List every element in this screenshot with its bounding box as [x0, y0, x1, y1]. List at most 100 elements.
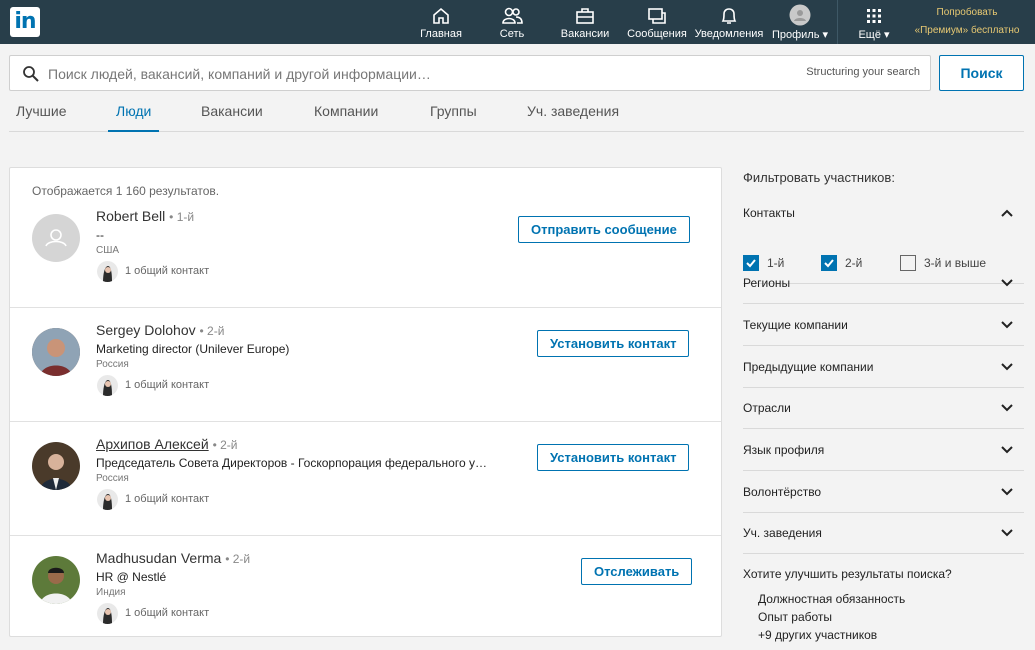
improve-item-more[interactable]: +9 других участников [758, 628, 877, 642]
filters-title: Фильтровать участников: [743, 170, 895, 185]
nav-home-label: Главная [420, 28, 462, 40]
filter-industries[interactable]: Отрасли [743, 387, 1024, 429]
home-icon [433, 7, 449, 24]
result-row: Sergey Dolohov • 2-й Marketing director … [10, 308, 721, 422]
chevron-down-icon[interactable] [1000, 278, 1014, 288]
filter-industries-label: Отрасли [743, 401, 791, 415]
person-name-line[interactable]: Madhusudan Verma • 2-й [96, 550, 250, 566]
person-name-line[interactable]: Robert Bell • 1-й [96, 208, 194, 224]
tab-people[interactable]: Люди [108, 103, 160, 132]
nav-messages[interactable]: Сообщения [625, 0, 689, 44]
nav-more-label: Ещё ▾ [858, 29, 890, 41]
connection-degree: • 2-й [212, 438, 238, 452]
person-name-line[interactable]: Sergey Dolohov • 2-й [96, 322, 224, 338]
shared-contact-avatar[interactable] [97, 489, 118, 510]
filter-past-companies[interactable]: Предыдущие компании [743, 346, 1024, 388]
filter-profile-language[interactable]: Язык профиля [743, 429, 1024, 471]
nav-network[interactable]: Сеть [490, 0, 534, 44]
search-input[interactable]: Поиск людей, вакансий, компаний и другой… [9, 55, 931, 91]
nav-messages-label: Сообщения [627, 28, 687, 40]
shared-contacts-count[interactable]: 1 общий контакт [125, 493, 209, 505]
filter-regions[interactable]: Регионы [743, 262, 1024, 304]
improve-item-job-function[interactable]: Должностная обязанность [758, 592, 905, 606]
filters-panel: Фильтровать участников: Контакты 1-й 2-й… [743, 170, 1024, 642]
filter-current-companies[interactable]: Текущие компании [743, 304, 1024, 346]
person-headline: HR @ Nestlé [96, 570, 167, 584]
connection-degree: • 2-й [199, 324, 225, 338]
send-message-button[interactable]: Отправить сообщение [518, 216, 690, 243]
person-name[interactable]: Sergey Dolohov [96, 322, 196, 338]
follow-button[interactable]: Отслеживать [581, 558, 693, 585]
chevron-down-icon[interactable] [1000, 445, 1014, 455]
person-headline: -- [96, 228, 104, 242]
avatar[interactable] [32, 214, 80, 262]
chevron-up-icon[interactable] [1000, 208, 1014, 218]
connection-degree: • 1-й [169, 210, 195, 224]
top-nav-bar: in Главная Сеть Вакансии Сообщения Уведо… [0, 0, 1035, 44]
chevron-down-icon[interactable] [1000, 487, 1014, 497]
connect-button[interactable]: Установить контакт [537, 330, 690, 357]
person-name-line[interactable]: Архипов Алексей • 2-й [96, 436, 237, 452]
nav-network-label: Сеть [499, 28, 525, 40]
nav-jobs-label: Вакансии [560, 28, 610, 40]
tab-groups[interactable]: Группы [430, 103, 477, 132]
nav-home[interactable]: Главная [415, 0, 467, 44]
search-icon [23, 66, 39, 82]
improve-search-title: Хотите улучшить результаты поиска? [743, 567, 952, 581]
network-icon [502, 7, 523, 24]
tab-schools[interactable]: Уч. заведения [527, 103, 619, 132]
avatar-icon [789, 4, 811, 26]
chevron-down-icon[interactable] [1000, 528, 1014, 538]
shared-contact-avatar[interactable] [97, 375, 118, 396]
chevron-down-icon[interactable] [1000, 362, 1014, 372]
avatar[interactable] [32, 328, 80, 376]
shared-contacts-count[interactable]: 1 общий контакт [125, 607, 209, 619]
nav-notifications[interactable]: Уведомления [693, 0, 765, 44]
linkedin-logo-icon[interactable]: in [10, 7, 40, 37]
nav-jobs[interactable]: Вакансии [556, 0, 614, 44]
person-name[interactable]: Robert Bell [96, 208, 165, 224]
nav-more[interactable]: Ещё ▾ [852, 0, 896, 44]
filter-volunteering[interactable]: Волонтёрство [743, 471, 1024, 513]
filter-schools[interactable]: Уч. заведения [743, 512, 1024, 554]
filter-profile-language-label: Язык профиля [743, 443, 825, 457]
shared-contacts-count[interactable]: 1 общий контакт [125, 379, 209, 391]
filter-volunteering-label: Волонтёрство [743, 485, 822, 499]
nav-profile-label: Профиль ▾ [771, 29, 829, 41]
person-location: Россия [96, 473, 129, 484]
shared-contact-avatar[interactable] [97, 603, 118, 624]
person-name[interactable]: Архипов Алексей [96, 436, 209, 452]
search-button[interactable]: Поиск [939, 55, 1024, 91]
person-headline: Marketing director (Unilever Europe) [96, 342, 290, 356]
tab-jobs[interactable]: Вакансии [201, 103, 263, 132]
briefcase-icon [576, 8, 594, 24]
tab-top[interactable]: Лучшие [16, 103, 66, 132]
filter-schools-label: Уч. заведения [743, 526, 822, 540]
filter-current-companies-label: Текущие компании [743, 318, 848, 332]
connect-button[interactable]: Установить контакт [537, 444, 690, 471]
premium-trial-link[interactable]: Попробовать «Премиум» бесплатно [908, 4, 1026, 40]
avatar[interactable] [32, 556, 80, 604]
result-row: Robert Bell • 1-й -- США 1 общий контакт… [10, 194, 721, 308]
shared-contact-avatar[interactable] [97, 261, 118, 282]
search-placeholder: Поиск людей, вакансий, компаний и другой… [48, 66, 431, 82]
person-name[interactable]: Madhusudan Verma [96, 550, 221, 566]
chevron-down-icon[interactable] [1000, 320, 1014, 330]
messages-icon [648, 8, 666, 24]
chevron-down-icon[interactable] [1000, 403, 1014, 413]
filter-regions-label: Регионы [743, 276, 791, 290]
filter-contacts-label[interactable]: Контакты [743, 206, 795, 220]
bell-icon [721, 8, 737, 24]
person-location: Россия [96, 359, 129, 370]
result-row: Архипов Алексей • 2-й Председатель Совет… [10, 422, 721, 536]
nav-profile[interactable]: Профиль ▾ [770, 0, 830, 44]
improve-item-experience[interactable]: Опыт работы [758, 610, 832, 624]
shared-contacts-count[interactable]: 1 общий контакт [125, 265, 209, 277]
grid-icon [867, 9, 881, 23]
tab-companies[interactable]: Компании [314, 103, 378, 132]
default-avatar-icon [45, 229, 67, 247]
connection-degree: • 2-й [225, 552, 251, 566]
avatar[interactable] [32, 442, 80, 490]
nav-notifications-label: Уведомления [694, 28, 764, 40]
structuring-search-link[interactable]: Structuring your search [806, 66, 920, 78]
